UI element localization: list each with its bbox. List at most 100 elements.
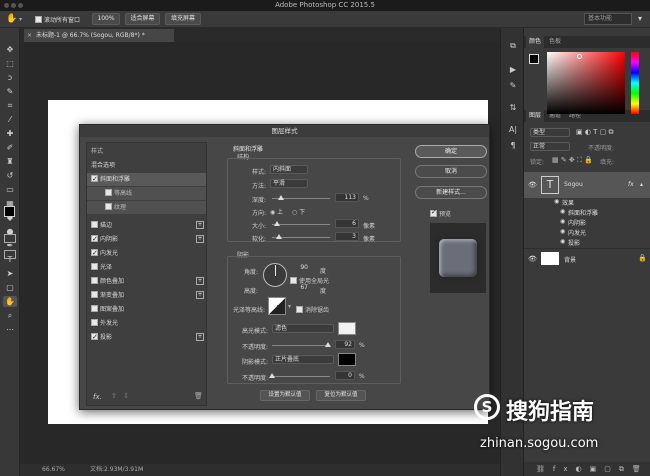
character-panel-icon[interactable]: A| — [507, 124, 519, 136]
highlight-color-swatch[interactable] — [338, 322, 356, 335]
tool-preset-chevron-icon[interactable]: ▾ — [19, 16, 22, 23]
gloss-contour-chevron-icon[interactable]: ▾ — [288, 303, 291, 310]
add-stroke-icon[interactable]: + — [196, 221, 204, 229]
new-style-button[interactable]: 新建样式... — [415, 186, 487, 199]
checkbox-icon[interactable] — [91, 233, 98, 246]
set-default-button[interactable]: 设置为默认值 — [260, 390, 310, 401]
brush-panel-icon[interactable]: ✎ — [507, 80, 519, 92]
anti-alias-checkbox[interactable]: 消除锯齿 — [296, 305, 329, 314]
soften-slider-knob[interactable] — [276, 234, 282, 239]
highlight-opacity-knob[interactable] — [325, 342, 331, 347]
checkbox-icon[interactable] — [105, 189, 112, 196]
size-slider-knob[interactable] — [274, 221, 280, 226]
reset-default-button[interactable]: 复位为默认值 — [316, 390, 366, 401]
style-item-satin[interactable]: 光泽 — [87, 261, 206, 274]
checkbox-icon[interactable] — [91, 331, 98, 344]
checkbox-icon[interactable] — [91, 319, 98, 326]
layer-kind-filter[interactable]: 类型 — [530, 128, 570, 137]
highlight-opacity-slider[interactable] — [272, 345, 330, 346]
shadow-opacity-input[interactable]: 0 — [335, 371, 355, 380]
blend-mode-select[interactable]: 正常 — [530, 142, 570, 151]
visibility-eye-icon[interactable]: 👁 — [528, 181, 537, 189]
trash-icon[interactable]: 🗑 — [194, 392, 203, 400]
checkbox-icon[interactable] — [91, 173, 98, 186]
style-item-bevel[interactable]: 斜面和浮雕 — [87, 173, 206, 186]
path-select-tool-icon[interactable]: ➤ — [3, 268, 17, 279]
quick-select-tool-icon[interactable]: ✎ — [3, 86, 17, 97]
style-item-outer-glow[interactable]: 外发光 — [87, 317, 206, 330]
depth-input[interactable]: 113 — [335, 193, 359, 202]
status-arrow-icon[interactable]: › — [140, 464, 142, 476]
fill-screen-button[interactable]: 填充屏幕 — [165, 13, 201, 25]
eye-icon[interactable]: ◉ — [560, 228, 565, 235]
effects-collapse-icon[interactable]: ▴ — [640, 181, 643, 188]
hue-slider[interactable] — [631, 52, 639, 114]
checkbox-icon[interactable] — [91, 277, 98, 284]
window-minimize-icon[interactable] — [11, 3, 16, 8]
cancel-button[interactable]: 取消 — [415, 165, 487, 178]
zoom-tool-icon[interactable]: ⌕ — [3, 310, 17, 321]
workspace-chevron-icon[interactable]: ▾ — [638, 14, 642, 23]
adjust-panel-icon[interactable]: ⇅ — [507, 102, 519, 114]
foreground-color-swatch[interactable] — [4, 206, 15, 217]
checkbox-icon[interactable] — [91, 291, 98, 298]
eraser-tool-icon[interactable]: ▭ — [3, 184, 17, 195]
gloss-contour-preview[interactable] — [268, 297, 286, 315]
fx-badge[interactable]: fx — [628, 181, 634, 188]
soften-input[interactable]: 3 — [335, 232, 359, 241]
ok-button[interactable]: 确定 — [415, 145, 487, 158]
shape-tool-icon[interactable]: ▢ — [3, 282, 17, 293]
lock-icons[interactable]: ▦ ✎ ✥ ⛶ 🔒 — [552, 156, 593, 165]
paragraph-panel-icon[interactable]: ¶ — [507, 140, 519, 152]
move-tool-icon[interactable]: ✥ — [3, 44, 17, 55]
altitude-input[interactable]: 67 — [290, 284, 310, 293]
layer-row-sogou[interactable]: 👁 T Sogou fx ▴ — [524, 172, 650, 198]
document-tab[interactable]: × 未标题-1 @ 66.7% (Sogou, RGB/8*) * — [24, 29, 174, 42]
healing-tool-icon[interactable]: ✚ — [3, 128, 17, 139]
actions-panel-icon[interactable]: ▶ — [507, 64, 519, 76]
move-up-icon[interactable]: ⇧ — [111, 392, 117, 400]
checkbox-icon[interactable] — [105, 203, 112, 210]
zoom-level[interactable]: 66.67% — [42, 464, 65, 476]
crop-tool-icon[interactable]: ⌗ — [3, 100, 17, 111]
style-item-inner-shadow[interactable]: 内阴影 + — [87, 233, 206, 246]
color-fg-swatch[interactable] — [529, 54, 539, 64]
stamp-tool-icon[interactable]: ♜ — [3, 156, 17, 167]
style-item-contour[interactable]: 等高线 — [87, 187, 206, 200]
eye-icon[interactable]: ◉ — [560, 238, 565, 245]
move-down-icon[interactable]: ⇩ — [123, 392, 129, 400]
style-item-pattern-overlay[interactable]: 图案叠加 — [87, 303, 206, 316]
preview-checkbox[interactable]: 预览 — [430, 208, 451, 218]
layer-name[interactable]: 背景 — [564, 255, 576, 264]
tab-color[interactable]: 颜色 — [526, 36, 545, 48]
history-brush-tool-icon[interactable]: ↺ — [3, 170, 17, 181]
direction-up-radio[interactable]: ◉ 上 — [270, 207, 283, 216]
style-item-inner-glow[interactable]: 内发光 — [87, 247, 206, 260]
screen-mode-icon[interactable] — [4, 250, 16, 259]
checkbox-icon[interactable] — [91, 263, 98, 270]
shadow-color-swatch[interactable] — [338, 353, 356, 366]
zoom-100-button[interactable]: 100% — [92, 13, 120, 25]
bevel-style-select[interactable]: 内斜面 — [270, 165, 308, 174]
highlight-opacity-input[interactable]: 92 — [335, 340, 355, 349]
workspace-select[interactable]: 基本功能 — [584, 13, 632, 25]
scroll-all-windows-checkbox[interactable]: 滚动所有窗口 — [35, 15, 80, 24]
eye-icon[interactable]: ◉ — [560, 218, 565, 225]
eye-icon[interactable]: ◉ — [560, 208, 565, 215]
brush-tool-icon[interactable]: ✐ — [3, 142, 17, 153]
size-slider[interactable] — [272, 224, 330, 225]
quick-mask-icon[interactable] — [4, 234, 16, 243]
filter-icons[interactable]: ▣ ◐ T ▢ ⧉ — [576, 128, 614, 137]
highlight-mode-select[interactable]: 滤色 — [272, 324, 334, 333]
style-item-color-overlay[interactable]: 颜色叠加 + — [87, 275, 206, 288]
layer-name[interactable]: Sogou — [564, 181, 583, 188]
color-picker-cursor[interactable] — [577, 54, 582, 59]
blend-options-item[interactable]: 混合选项 — [87, 159, 206, 172]
marquee-tool-icon[interactable]: ⬚ — [3, 58, 17, 69]
fx-menu[interactable]: fx. — [93, 393, 102, 401]
angle-input[interactable]: 90 — [290, 264, 310, 273]
history-panel-icon[interactable]: ⧉ — [507, 40, 519, 52]
style-item-gradient-overlay[interactable]: 渐变叠加 + — [87, 289, 206, 302]
styles-header[interactable]: 样式 — [87, 145, 206, 158]
color-picker-field[interactable] — [547, 52, 625, 114]
